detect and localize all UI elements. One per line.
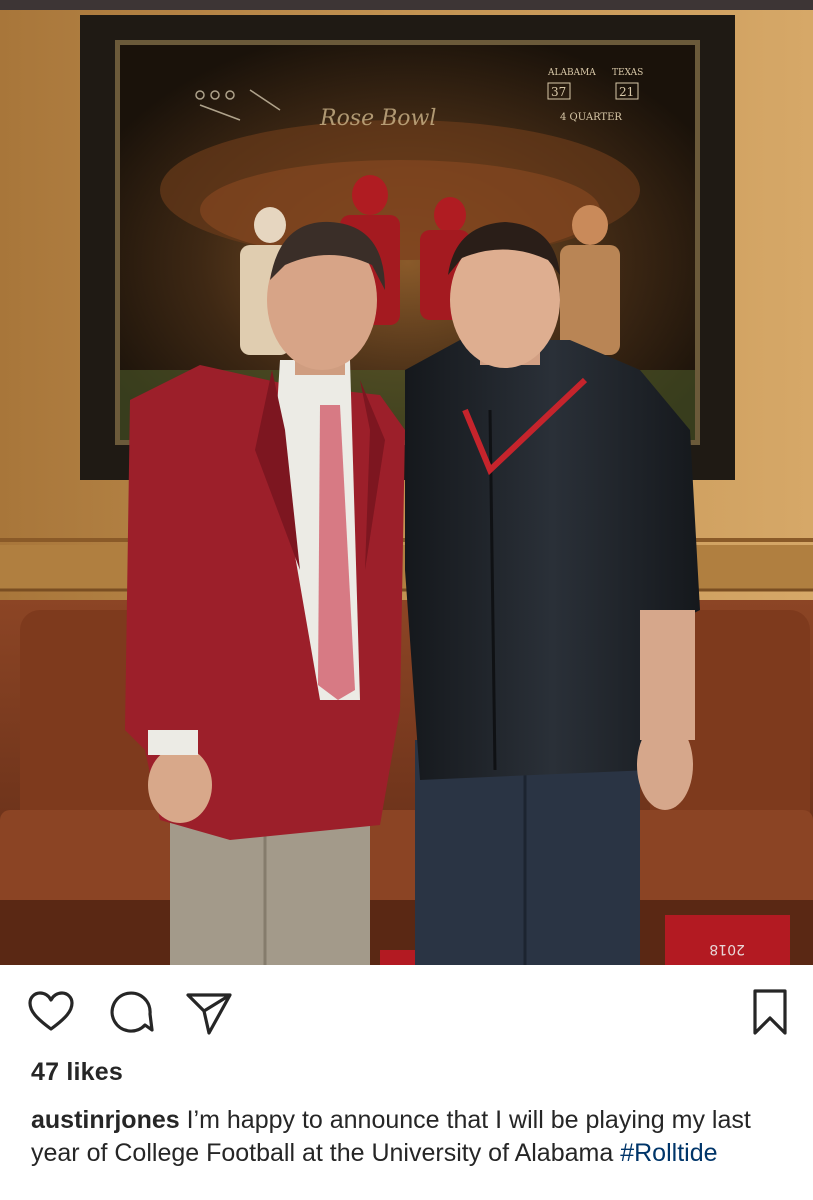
svg-text:Rose Bowl: Rose Bowl [319, 106, 436, 131]
svg-text:ALABAMA: ALABAMA [547, 68, 596, 78]
svg-text:21: 21 [619, 85, 634, 99]
svg-text:4 QUARTER: 4 QUARTER [560, 112, 622, 123]
post-actions-bar [0, 975, 813, 1045]
caption-hashtag[interactable]: #Rolltide [620, 1139, 717, 1167]
svg-text:TEXAS: TEXAS [612, 68, 643, 78]
svg-text:37: 37 [551, 85, 566, 99]
comment-icon[interactable] [105, 987, 155, 1037]
award-box: 2018 [665, 915, 790, 965]
svg-text:2018: 2018 [709, 941, 745, 957]
paper-plane-icon[interactable] [184, 987, 234, 1037]
post-photo[interactable]: ALABAMA TEXAS 37 21 4 QUARTER Rose Bowl [0, 10, 813, 965]
top-status-bar [0, 0, 813, 10]
bookmark-icon[interactable] [745, 987, 795, 1037]
likes-count[interactable]: 47 likes [31, 1058, 123, 1087]
post-caption: austinrjones I’m happy to announce that … [31, 1104, 791, 1170]
heart-icon[interactable] [26, 987, 76, 1037]
caption-username[interactable]: austinrjones [31, 1106, 180, 1134]
